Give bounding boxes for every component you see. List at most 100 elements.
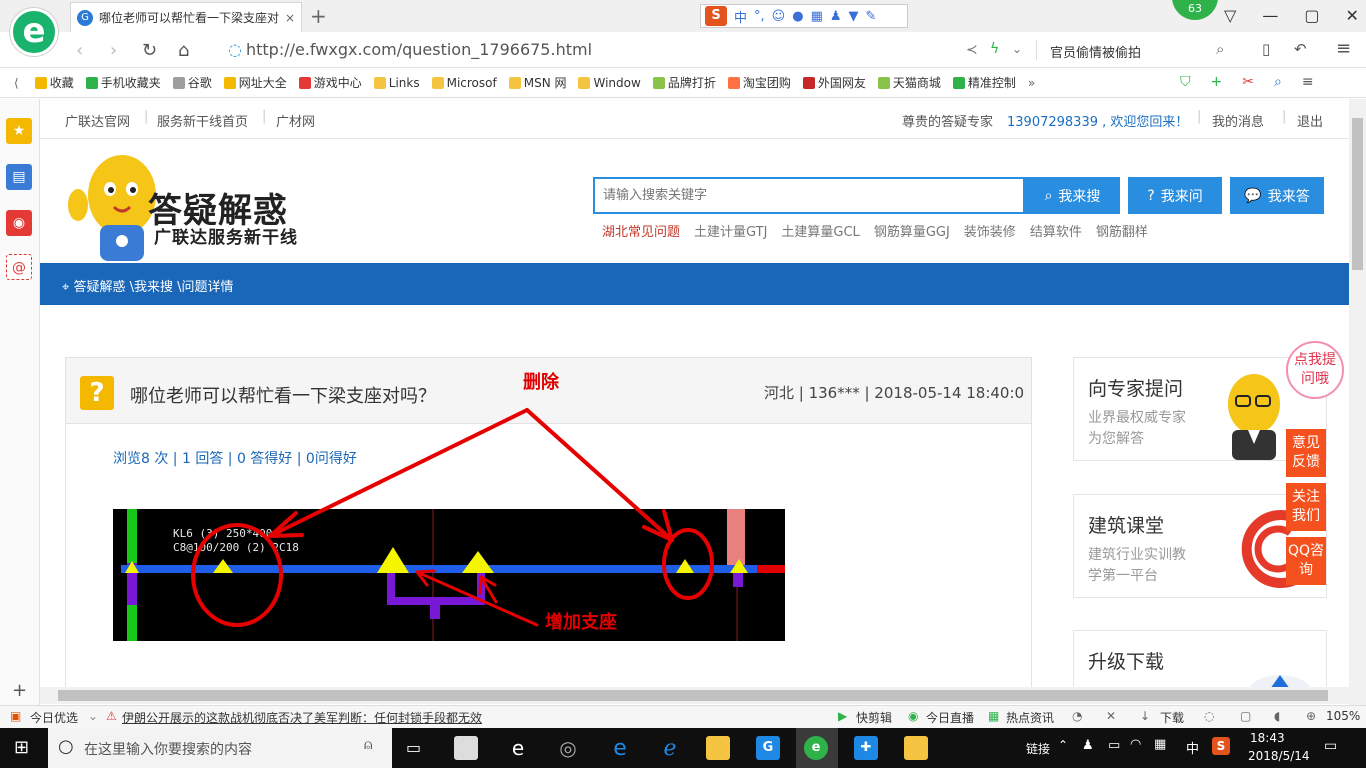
zoom-icon[interactable]: ⊕ xyxy=(1306,709,1316,723)
bookmark-item[interactable]: 游戏中心 xyxy=(298,74,362,91)
logout-link[interactable]: 退出 xyxy=(1297,111,1323,130)
back-icon[interactable]: ‹ xyxy=(76,40,83,61)
tray-ime[interactable]: 中 xyxy=(1186,738,1199,757)
skin-icon[interactable]: ▽ xyxy=(1224,6,1236,25)
undo-icon[interactable]: ↶ xyxy=(1294,40,1307,58)
lightning-icon[interactable]: ϟ xyxy=(990,41,999,57)
task-view-icon[interactable]: ▭ xyxy=(406,738,421,757)
status-item-edit[interactable]: 快剪辑 xyxy=(856,709,892,726)
maximize-icon[interactable]: ▢ xyxy=(1304,6,1319,25)
more-icon[interactable]: ≡ xyxy=(1302,74,1314,90)
download-box[interactable]: 升级下载 xyxy=(1073,630,1327,687)
windows-start-icon[interactable]: ⊞ xyxy=(14,737,29,758)
bookmarks-more-icon[interactable]: » xyxy=(1028,76,1035,90)
clock-date[interactable]: 2018/5/14 xyxy=(1248,749,1310,763)
answer-button[interactable]: 💬 我来答 xyxy=(1230,177,1324,214)
collapse-icon[interactable]: ⟨ xyxy=(14,76,19,90)
tray-wifi-icon[interactable]: ◠ xyxy=(1130,737,1141,752)
forward-icon[interactable]: › xyxy=(110,40,117,61)
tray-expand-icon[interactable]: ⌃ xyxy=(1058,738,1068,752)
refresh-icon[interactable]: ↻ xyxy=(142,40,157,61)
status-item-download[interactable]: 下载 xyxy=(1160,709,1184,726)
shield-icon[interactable]: ⛉ xyxy=(1180,74,1191,90)
bookmark-item[interactable]: 淘宝团购 xyxy=(727,74,791,91)
tab-close-icon[interactable]: × xyxy=(285,11,295,25)
bookmark-item[interactable]: 手机收藏夹 xyxy=(85,74,161,91)
tray-battery-icon[interactable]: ▭ xyxy=(1108,738,1120,753)
bookmark-item[interactable]: 外国网友 xyxy=(802,74,866,91)
weibo-icon[interactable]: ◉ xyxy=(6,210,32,236)
bookmark-item[interactable]: Microsof xyxy=(431,76,497,90)
app-ie-icon[interactable]: ℯ xyxy=(658,736,682,761)
status-item-news[interactable]: 热点资讯 xyxy=(1006,709,1054,726)
ime-language[interactable]: 中 xyxy=(734,7,747,26)
phone-icon[interactable]: ▯ xyxy=(1262,40,1270,58)
reader-icon[interactable]: ▤ xyxy=(6,164,32,190)
menu-icon[interactable]: ≡ xyxy=(1336,38,1351,59)
app-folder-icon[interactable] xyxy=(706,736,730,760)
search-suggestion[interactable]: 官员偷情被偷拍 xyxy=(1050,42,1141,61)
tray-sogou-icon[interactable]: S xyxy=(1212,737,1230,755)
chevron-down-icon[interactable]: ⌄ xyxy=(88,709,98,723)
feedback-button[interactable]: 意见反馈 xyxy=(1286,429,1326,477)
wrench-icon[interactable]: ✎ xyxy=(866,9,877,24)
hot-link[interactable]: 钢筋翻样 xyxy=(1096,221,1148,240)
sogou-ime-icon[interactable]: S xyxy=(705,6,727,26)
window-icon[interactable]: ▢ xyxy=(1240,709,1251,723)
app-browser-e-icon[interactable]: e xyxy=(506,736,530,760)
bookmark-item[interactable]: Links xyxy=(373,76,420,90)
close-window-icon[interactable]: ✕ xyxy=(1345,6,1358,25)
tools-icon[interactable]: ✕ xyxy=(1106,709,1116,723)
taskbar-search[interactable]: ○ 在这里输入你要搜索的内容 ⍝ xyxy=(48,728,392,768)
speed-icon[interactable]: ◔ xyxy=(1072,709,1082,723)
url-field[interactable]: ◌ http://e.fwxgx.com/question_1796675.htm… xyxy=(228,40,592,59)
share-icon[interactable]: ≺ xyxy=(966,42,978,58)
bookmark-item[interactable]: 精准控制 xyxy=(952,74,1016,91)
app-edge-icon[interactable]: e xyxy=(608,736,632,761)
browser-logo-icon[interactable]: e xyxy=(10,8,58,56)
ask-bubble[interactable]: 点我提问哦 xyxy=(1286,341,1344,399)
sound-icon[interactable]: ◖ xyxy=(1274,709,1280,723)
history-icon[interactable]: ◌ xyxy=(1204,709,1214,723)
app-glodon-icon[interactable]: G xyxy=(756,736,780,760)
favorites-icon[interactable]: ★ xyxy=(6,118,32,144)
dropdown-chevron-icon[interactable]: ⌄ xyxy=(1012,42,1022,56)
zoom-level[interactable]: 105% xyxy=(1326,709,1360,723)
bookmark-item[interactable]: 品牌打折 xyxy=(652,74,716,91)
app-plus-icon[interactable]: ✚ xyxy=(854,736,878,760)
search-icon[interactable]: ⌕ xyxy=(1216,40,1224,58)
microphone-icon[interactable]: ⍝ xyxy=(364,737,372,753)
user-icon[interactable]: ♟ xyxy=(830,9,842,24)
follow-button[interactable]: 关注我们 xyxy=(1286,483,1326,531)
home-icon[interactable]: ⌂ xyxy=(178,40,189,61)
app-swirl-icon[interactable]: ◎ xyxy=(556,736,580,760)
tray-link[interactable]: 链接 xyxy=(1026,740,1050,757)
minimize-icon[interactable]: — xyxy=(1262,6,1278,25)
bookmark-item[interactable]: Window xyxy=(578,76,641,90)
bookmark-item[interactable]: 谷歌 xyxy=(172,74,212,91)
app-notes-icon[interactable] xyxy=(904,736,928,760)
qq-consult-button[interactable]: QQ咨询 xyxy=(1286,537,1326,585)
tray-keyboard-icon[interactable]: ▦ xyxy=(1154,737,1166,752)
app-fan-icon[interactable] xyxy=(454,736,478,760)
microphone-icon[interactable]: ● xyxy=(792,9,803,24)
messages-link[interactable]: 我的消息 xyxy=(1212,111,1264,130)
scissors-icon[interactable]: ✂ xyxy=(1242,74,1254,90)
app-360-browser-icon[interactable]: e xyxy=(804,736,828,760)
bookmark-item[interactable]: 网址大全 xyxy=(223,74,287,91)
url-text[interactable]: http://e.fwxgx.com/question_1796675.html xyxy=(246,40,592,59)
ime-toolbar[interactable]: S 中 °, ☺ ● ▦ ♟ ▼ ✎ xyxy=(700,4,908,28)
email-icon[interactable]: @ xyxy=(6,254,32,280)
clock-time[interactable]: 18:43 xyxy=(1250,731,1285,745)
keyboard-icon[interactable]: ▦ xyxy=(811,9,823,24)
vertical-scroll-thumb[interactable] xyxy=(1352,118,1363,270)
bookmark-item[interactable]: 天猫商城 xyxy=(877,74,941,91)
punctuation-icon[interactable]: °, xyxy=(754,9,765,24)
search-tool-icon[interactable]: ⌕ xyxy=(1274,74,1282,90)
news-ticker[interactable]: 伊朗公开展示的这款战机彻底否决了美军判断：任何封锁手段都无效 xyxy=(122,709,482,726)
today-picks[interactable]: 今日优选 xyxy=(30,709,78,726)
new-tab-button[interactable]: + xyxy=(310,4,327,28)
notification-center-icon[interactable]: ▭ xyxy=(1324,738,1337,754)
status-item-live[interactable]: 今日直播 xyxy=(926,709,974,726)
browser-tab[interactable]: G 哪位老师可以帮忙看一下梁支座对吗？ × xyxy=(70,2,302,32)
